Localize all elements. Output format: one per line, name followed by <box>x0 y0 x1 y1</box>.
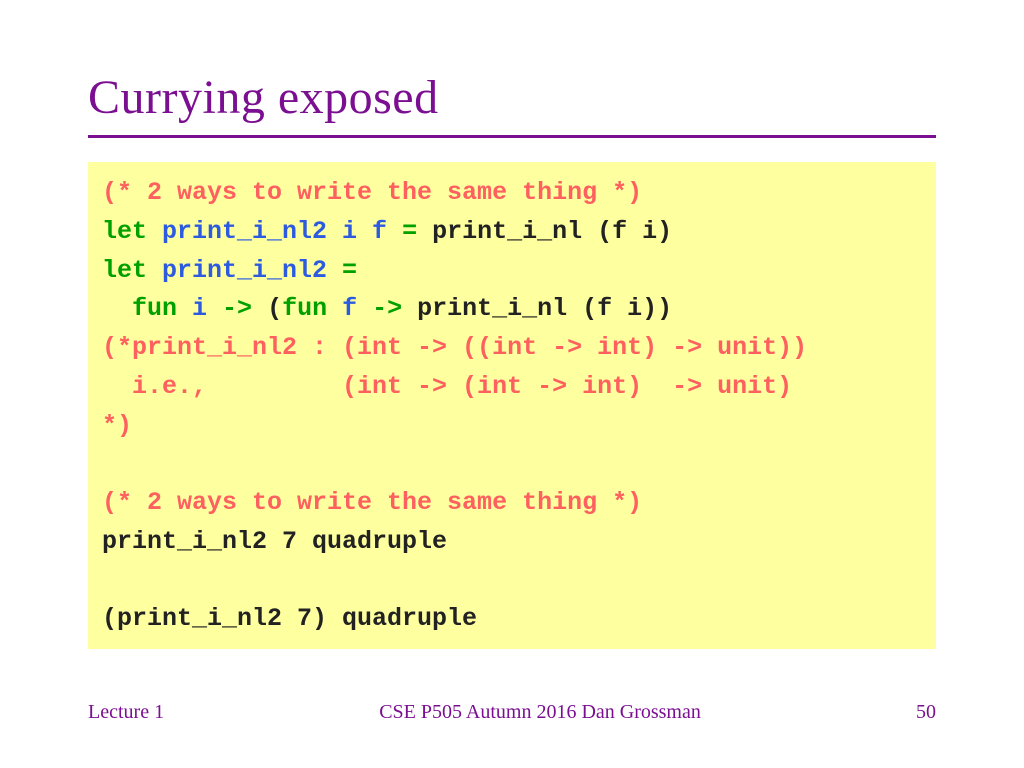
code-line: (print_i_nl2 7) quadruple <box>102 600 922 639</box>
code-token: *) <box>102 411 132 440</box>
code-token: ( <box>267 294 282 323</box>
code-token: -> <box>357 294 417 323</box>
code-token: = <box>387 217 432 246</box>
code-line: (*print_i_nl2 : (int -> ((int -> int) ->… <box>102 329 922 368</box>
code-token: let <box>102 217 162 246</box>
code-token: fun <box>132 294 192 323</box>
code-line: *) <box>102 407 922 446</box>
code-line: print_i_nl2 7 quadruple <box>102 523 922 562</box>
footer-center: CSE P505 Autumn 2016 Dan Grossman <box>379 701 701 724</box>
code-token: print_i_nl (f i)) <box>417 294 672 323</box>
footer: Lecture 1 CSE P505 Autumn 2016 Dan Gross… <box>88 701 936 724</box>
code-token: fun <box>282 294 342 323</box>
code-block: (* 2 ways to write the same thing *) let … <box>88 162 936 649</box>
code-token: let <box>102 256 162 285</box>
code-token: print_i_nl (f i) <box>432 217 672 246</box>
code-token <box>102 294 132 323</box>
code-line: i.e., (int -> (int -> int) -> unit) <box>102 368 922 407</box>
title-underline <box>88 135 936 138</box>
code-token: (*print_i_nl2 : (int -> ((int -> int) ->… <box>102 333 807 362</box>
code-token: i.e., (int -> (int -> int) -> unit) <box>102 372 792 401</box>
code-line: let print_i_nl2 i f = print_i_nl (f i) <box>102 213 922 252</box>
code-token: (* 2 ways to write the same thing *) <box>102 178 642 207</box>
code-line: let print_i_nl2 = <box>102 252 922 291</box>
code-token: -> <box>207 294 267 323</box>
code-line <box>102 562 922 601</box>
code-token: (* 2 ways to write the same thing *) <box>102 488 642 517</box>
code-token: (print_i_nl2 7) quadruple <box>102 604 477 633</box>
code-token: print_i_nl2 <box>162 256 327 285</box>
footer-right: 50 <box>916 701 936 724</box>
code-token: = <box>327 256 357 285</box>
code-line: (* 2 ways to write the same thing *) <box>102 484 922 523</box>
slide-title: Currying exposed <box>88 70 936 125</box>
code-token: print_i_nl2 i f <box>162 217 387 246</box>
code-line <box>102 445 922 484</box>
code-token: print_i_nl2 7 quadruple <box>102 527 447 556</box>
code-token: i <box>192 294 207 323</box>
footer-left: Lecture 1 <box>88 701 164 724</box>
slide: Currying exposed (* 2 ways to write the … <box>0 0 1024 768</box>
code-line: (* 2 ways to write the same thing *) <box>102 174 922 213</box>
code-line: fun i -> (fun f -> print_i_nl (f i)) <box>102 290 922 329</box>
code-token: f <box>342 294 357 323</box>
